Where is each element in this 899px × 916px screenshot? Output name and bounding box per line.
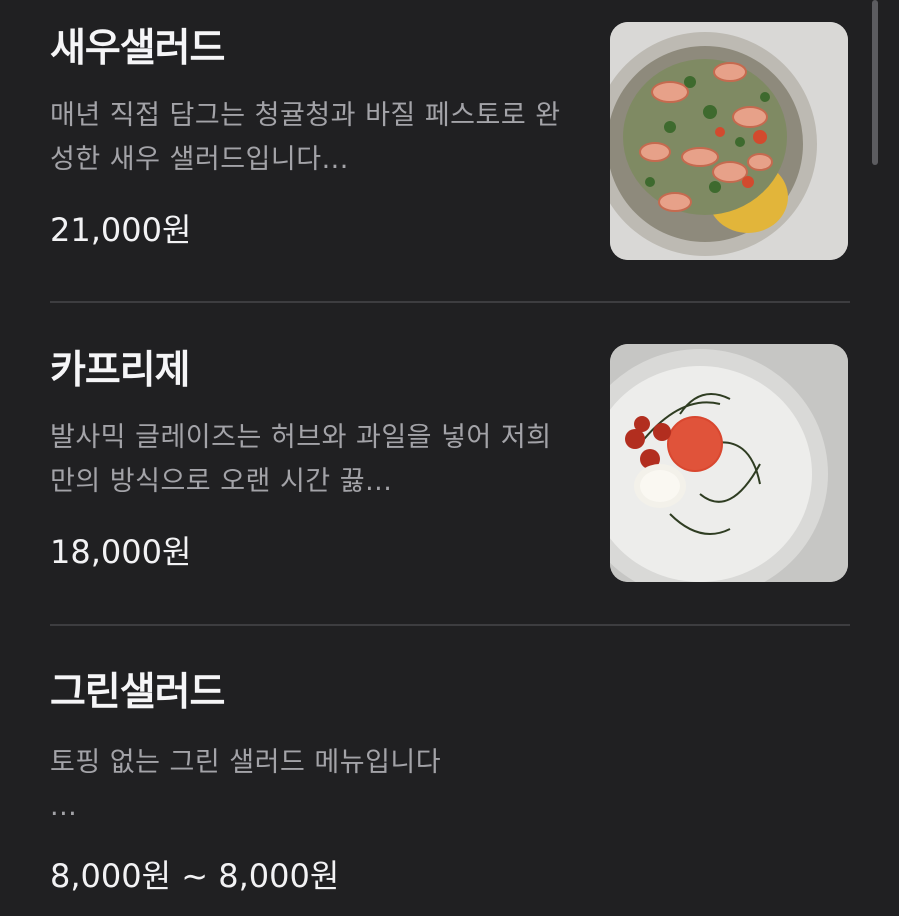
- menu-item-title: 카프리제: [50, 348, 191, 393]
- menu-item-price: 18,000원: [50, 533, 192, 571]
- scrollbar[interactable]: [872, 0, 878, 165]
- shrimp-salad-image: [610, 22, 848, 260]
- divider: [50, 624, 850, 626]
- menu-item-price: 21,000원: [50, 211, 192, 249]
- menu-item-price: 8,000원 ~ 8,000원: [50, 857, 340, 895]
- shrimp-salad-photo[interactable]: [610, 22, 848, 260]
- menu-item-description-line: 토핑 없는 그린 샐러드 메뉴입니다: [50, 747, 442, 778]
- menu-list: 새우샐러드 매년 직접 담그는 청귤청과 바질 페스토로 완성한 새우 샐러드입…: [0, 0, 899, 916]
- menu-item-green-salad[interactable]: 그린샐러드 토핑 없는 그린 샐러드 메뉴입니다 ... 8,000원 ~ 8,…: [50, 640, 850, 916]
- menu-item-description: 매년 직접 담그는 청귤청과 바질 페스토로 완성한 새우 샐러드입니다...: [50, 100, 561, 175]
- menu-item-title: 그린샐러드: [50, 670, 225, 715]
- caprese-photo[interactable]: [610, 344, 848, 582]
- menu-item-caprese[interactable]: 카프리제 발사믹 글레이즈는 허브와 과일을 넣어 저희만의 방식으로 오랜 시…: [50, 320, 850, 620]
- menu-item-description: 발사믹 글레이즈는 허브와 과일을 넣어 저희만의 방식으로 오랜 시간 끓..…: [50, 422, 552, 497]
- menu-item-shrimp-salad[interactable]: 새우샐러드 매년 직접 담그는 청귤청과 바질 페스토로 완성한 새우 샐러드입…: [50, 0, 850, 300]
- menu-item-description: 토핑 없는 그린 샐러드 메뉴입니다 ...: [50, 741, 570, 829]
- divider: [50, 301, 850, 303]
- caprese-image: [610, 344, 848, 582]
- menu-item-description-ellipsis: ...: [50, 791, 78, 822]
- menu-item-title: 새우샐러드: [50, 26, 225, 71]
